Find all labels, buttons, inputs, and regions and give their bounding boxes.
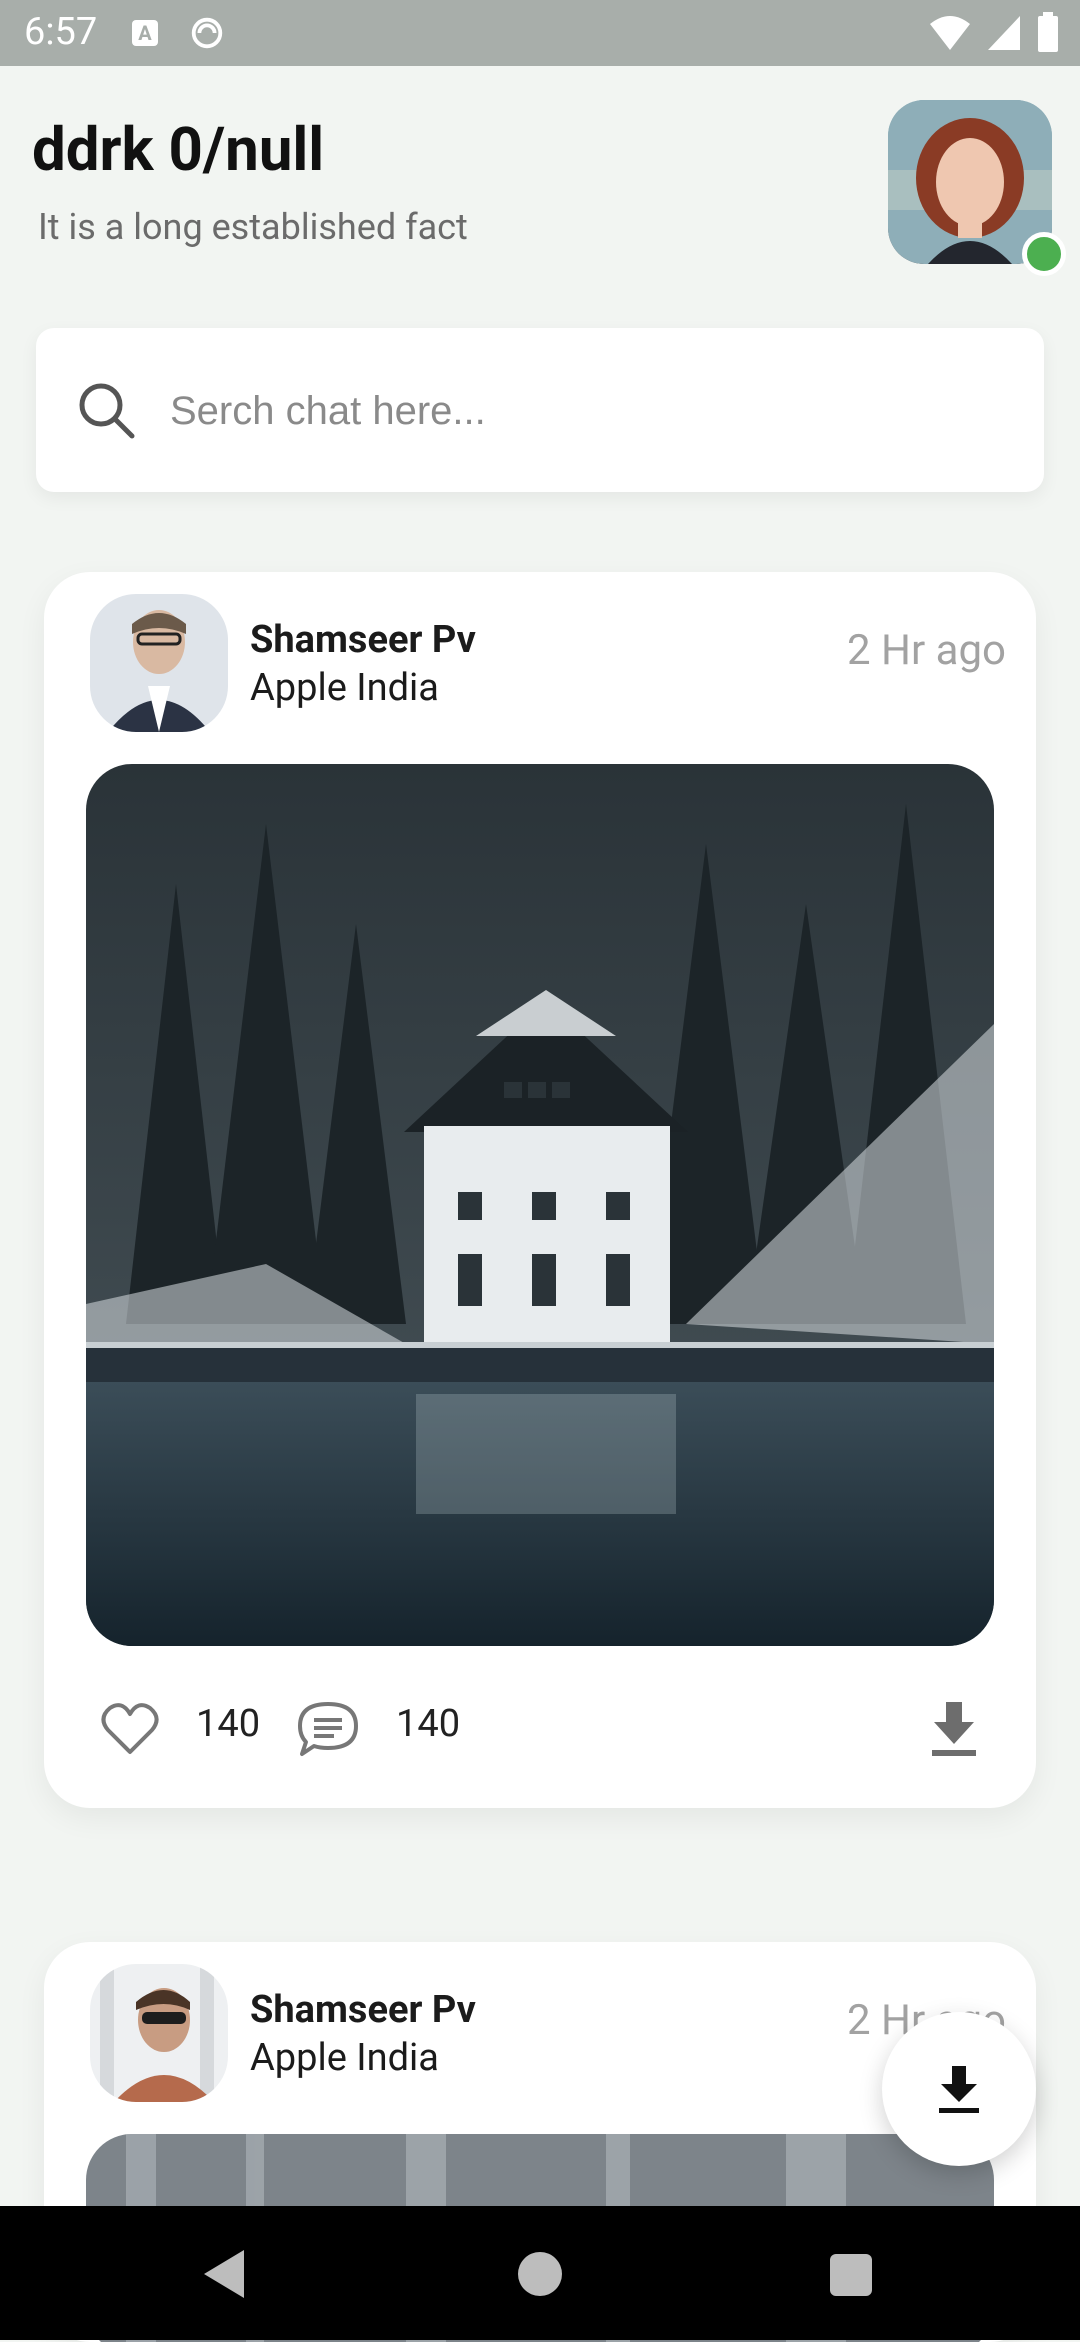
a-notification-icon: A xyxy=(132,20,158,46)
post-author-company: Apple India xyxy=(250,666,439,710)
post-author-avatar[interactable] xyxy=(90,594,228,732)
back-button[interactable] xyxy=(202,2248,246,2300)
post-card[interactable]: Shamseer Pv Apple India 2 Hr ago xyxy=(44,572,1036,1808)
heart-icon[interactable] xyxy=(100,1698,160,1758)
download-fab[interactable] xyxy=(882,2012,1036,2166)
post-author-name: Shamseer Pv xyxy=(250,618,476,662)
search-input[interactable] xyxy=(168,372,992,450)
post-actions: 140 140 xyxy=(44,1696,1036,1786)
download-icon xyxy=(939,2066,979,2113)
download-icon[interactable] xyxy=(926,1698,982,1758)
navigation-bar xyxy=(0,2206,1080,2340)
post-image[interactable] xyxy=(86,764,994,1646)
status-bar: 6:57 A xyxy=(0,0,1080,66)
recents-button[interactable] xyxy=(830,2254,872,2296)
wifi-icon xyxy=(930,16,970,50)
page-subtitle: It is a long established fact xyxy=(38,206,468,248)
sync-icon xyxy=(191,17,223,49)
signal-icon xyxy=(988,16,1020,50)
home-button[interactable] xyxy=(518,2252,562,2296)
status-time: 6:57 xyxy=(24,10,98,54)
post-author-name: Shamseer Pv xyxy=(250,1988,476,2032)
like-count: 140 xyxy=(196,1702,261,1746)
search-box[interactable] xyxy=(36,328,1044,492)
online-status-dot xyxy=(1022,232,1066,276)
post-timestamp: 2 Hr ago xyxy=(846,626,1006,675)
post-author-avatar[interactable] xyxy=(90,1964,228,2102)
battery-icon xyxy=(1038,12,1058,52)
post-author-company: Apple India xyxy=(250,2036,439,2080)
page-title: ddrk 0/null xyxy=(32,114,325,185)
search-icon xyxy=(79,383,135,439)
comment-count: 140 xyxy=(396,1702,461,1746)
comment-icon[interactable] xyxy=(296,1698,360,1758)
